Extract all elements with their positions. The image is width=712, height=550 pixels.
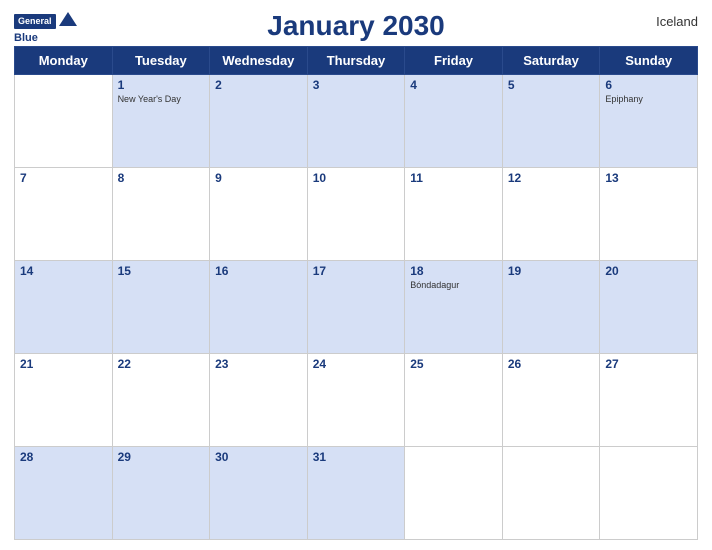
day-cell: 1 New Year's Day (112, 75, 210, 168)
day-cell: 2 (210, 75, 308, 168)
calendar-header: General Blue January 2030 Iceland (14, 10, 698, 42)
day-cell: 20 (600, 261, 698, 354)
day-number: 10 (313, 171, 400, 185)
day-number: 15 (118, 264, 205, 278)
day-cell: 26 (502, 354, 600, 447)
logo-blue-text: Blue (14, 33, 38, 44)
day-cell: 9 (210, 168, 308, 261)
day-cell: 4 (405, 75, 503, 168)
day-number: 6 (605, 78, 692, 92)
header-sunday: Sunday (600, 47, 698, 75)
week-row-3: 14 15 16 17 18 Bóndadagur 19 20 (15, 261, 698, 354)
day-cell: 19 (502, 261, 600, 354)
day-cell: 7 (15, 168, 113, 261)
day-number: 24 (313, 357, 400, 371)
day-number: 22 (118, 357, 205, 371)
day-cell: 14 (15, 261, 113, 354)
day-number: 23 (215, 357, 302, 371)
logo: General Blue (14, 10, 77, 44)
header-wednesday: Wednesday (210, 47, 308, 75)
day-cell: 17 (307, 261, 405, 354)
day-number: 1 (118, 78, 205, 92)
day-cell: 22 (112, 354, 210, 447)
logo-general: General (14, 14, 56, 29)
day-number: 4 (410, 78, 497, 92)
day-number: 31 (313, 450, 400, 464)
day-cell (600, 447, 698, 540)
day-cell: 15 (112, 261, 210, 354)
week-row-4: 21 22 23 24 25 26 27 (15, 354, 698, 447)
day-cell: 18 Bóndadagur (405, 261, 503, 354)
header-saturday: Saturday (502, 47, 600, 75)
day-cell: 11 (405, 168, 503, 261)
day-number: 14 (20, 264, 107, 278)
day-cell: 28 (15, 447, 113, 540)
header-friday: Friday (405, 47, 503, 75)
day-headers-row: Monday Tuesday Wednesday Thursday Friday… (15, 47, 698, 75)
day-cell (502, 447, 600, 540)
day-cell: 3 (307, 75, 405, 168)
day-number: 18 (410, 264, 497, 278)
holiday-label: New Year's Day (118, 94, 205, 104)
day-number: 13 (605, 171, 692, 185)
day-number: 21 (20, 357, 107, 371)
header-tuesday: Tuesday (112, 47, 210, 75)
header-monday: Monday (15, 47, 113, 75)
day-cell: 30 (210, 447, 308, 540)
logo-bird-icon (59, 10, 77, 28)
day-number: 8 (118, 171, 205, 185)
day-number: 27 (605, 357, 692, 371)
day-cell: 31 (307, 447, 405, 540)
day-number: 11 (410, 171, 497, 185)
day-number: 26 (508, 357, 595, 371)
day-number: 12 (508, 171, 595, 185)
day-number: 30 (215, 450, 302, 464)
day-number: 17 (313, 264, 400, 278)
day-number: 2 (215, 78, 302, 92)
day-number: 29 (118, 450, 205, 464)
week-row-1: 1 New Year's Day 23456 Epiphany (15, 75, 698, 168)
holiday-label: Bóndadagur (410, 280, 497, 290)
day-cell: 8 (112, 168, 210, 261)
day-cell: 6 Epiphany (600, 75, 698, 168)
day-number: 5 (508, 78, 595, 92)
day-cell (405, 447, 503, 540)
day-number: 25 (410, 357, 497, 371)
day-number: 3 (313, 78, 400, 92)
week-row-5: 28 29 30 31 (15, 447, 698, 540)
day-cell: 21 (15, 354, 113, 447)
country-label: Iceland (656, 14, 698, 29)
day-number: 28 (20, 450, 107, 464)
day-number: 7 (20, 171, 107, 185)
day-cell: 12 (502, 168, 600, 261)
holiday-label: Epiphany (605, 94, 692, 104)
calendar-table: Monday Tuesday Wednesday Thursday Friday… (14, 46, 698, 540)
day-cell: 27 (600, 354, 698, 447)
day-number: 9 (215, 171, 302, 185)
day-number: 20 (605, 264, 692, 278)
header-thursday: Thursday (307, 47, 405, 75)
day-cell: 16 (210, 261, 308, 354)
day-cell: 13 (600, 168, 698, 261)
day-cell: 25 (405, 354, 503, 447)
calendar-wrapper: General Blue January 2030 Iceland Monday… (0, 0, 712, 550)
day-number: 19 (508, 264, 595, 278)
day-cell: 23 (210, 354, 308, 447)
day-cell (15, 75, 113, 168)
day-cell: 24 (307, 354, 405, 447)
week-row-2: 789 10 11 12 13 (15, 168, 698, 261)
day-cell: 5 (502, 75, 600, 168)
day-number: 16 (215, 264, 302, 278)
day-cell: 29 (112, 447, 210, 540)
month-title: January 2030 (267, 10, 444, 42)
day-cell: 10 (307, 168, 405, 261)
